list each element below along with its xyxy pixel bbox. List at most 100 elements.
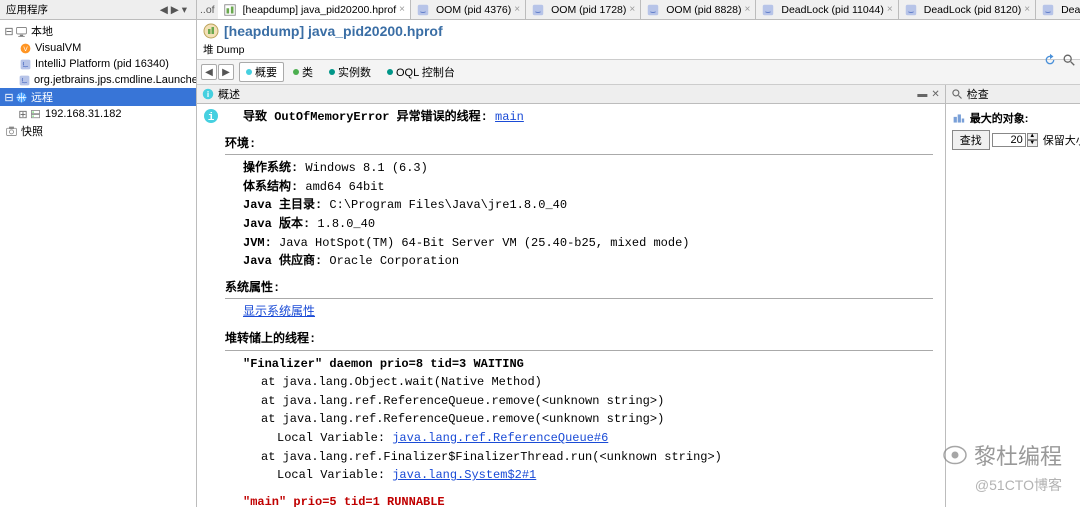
stack-line: at java.lang.ref.ReferenceQueue.remove(<… — [225, 410, 933, 429]
java-app-icon — [18, 57, 32, 71]
tab-label: OOM (pid 4376) — [436, 4, 511, 16]
cause-line: 导致 OutOfMemoryError 异常错误的线程: main — [225, 108, 933, 127]
panel-controls[interactable]: ◀ ▶ ▾ — [157, 4, 190, 16]
minimize-icon[interactable]: ▬ — [917, 89, 927, 100]
env-jvm: JVM: Java HotSpot(TM) 64-Bit Server VM (… — [225, 234, 933, 253]
close-icon[interactable]: × — [514, 4, 520, 15]
close-icon[interactable]: × — [399, 4, 405, 15]
tree-node-intellij[interactable]: IntelliJ Platform (pid 16340) — [0, 56, 196, 72]
tab-instances[interactable]: 实例数 — [322, 62, 378, 82]
page-subtitle: 堆 Dump — [197, 42, 1080, 60]
overview-panel: i 概述 ▬ ✕ i 导致 OutOfMemoryError 异常错误的线程: m… — [197, 85, 946, 507]
class-dot-icon — [293, 69, 299, 75]
tab-label: OOM (pid 1728) — [551, 4, 626, 16]
tree-node-remote[interactable]: ⊟ 远程 — [0, 88, 196, 106]
section-sysprops: 系统属性: — [225, 279, 933, 298]
tab-classes[interactable]: 类 — [286, 62, 320, 82]
search-icon[interactable] — [1062, 53, 1076, 67]
collapse-icon[interactable]: ⊟ — [4, 91, 14, 104]
tab-deadlock-8120[interactable]: DeadLock (pid 8120)× — [899, 0, 1036, 19]
tab-oom-8828[interactable]: OOM (pid 8828) × — [641, 0, 756, 19]
local-var-link[interactable]: java.lang.ref.ReferenceQueue#6 — [392, 431, 608, 445]
tab-oql[interactable]: OQL 控制台 — [380, 62, 462, 82]
collapse-icon[interactable]: ⊟ — [4, 25, 14, 38]
overview-body: i 导致 OutOfMemoryError 异常错误的线程: main 环境: … — [197, 104, 945, 507]
tree-label: 快照 — [21, 123, 43, 139]
biggest-objects-label: 最大的对象: — [952, 110, 1080, 126]
stack-line: at java.lang.ref.Finalizer$FinalizerThre… — [225, 448, 933, 467]
server-icon — [28, 107, 42, 121]
spinner-up[interactable]: ▲ — [1027, 133, 1038, 140]
info-dot-icon — [246, 69, 252, 75]
nav-back-button[interactable]: ◀ — [201, 64, 217, 80]
tab-deadlock-11044[interactable]: DeadLock (pid 11044)× — [756, 0, 898, 19]
applications-tree: ⊟ 本地 V VisualVM IntelliJ Platform (pid 1… — [0, 20, 196, 507]
tab-oom-1728[interactable]: OOM (pid 1728)× — [526, 0, 641, 19]
env-java-version: Java 版本: 1.8.0_40 — [225, 215, 933, 234]
tree-node-visualvm[interactable]: V VisualVM — [0, 40, 196, 56]
nav-forward-button[interactable]: ▶ — [218, 64, 234, 80]
env-arch: 体系结构: amd64 64bit — [225, 178, 933, 197]
close-icon[interactable]: × — [629, 4, 635, 15]
visualvm-icon: V — [18, 41, 32, 55]
show-sysprops-link[interactable]: 显示系统属性 — [243, 305, 315, 319]
tree-node-remote-host[interactable]: ⊞ 192.168.31.182 — [0, 106, 196, 122]
heapdump-icon — [223, 3, 237, 17]
tab-deadlock-20032[interactable]: DeadLock (pid 20032)× — [1036, 0, 1080, 19]
tree-node-jps[interactable]: org.jetbrains.jps.cmdline.Launcher ( — [0, 72, 196, 88]
page-title-row: [heapdump] java_pid20200.hprof — [197, 20, 1080, 42]
oql-dot-icon — [387, 69, 393, 75]
tab-heapdump[interactable]: [heapdump] java_pid20200.hprof× — [218, 0, 411, 19]
tree-node-snapshot[interactable]: 快照 — [0, 122, 196, 140]
count-input[interactable] — [992, 133, 1026, 147]
tabs-prefix: ..of — [197, 4, 218, 16]
find-button[interactable]: 查找 — [952, 130, 990, 150]
page-title: [heapdump] java_pid20200.hprof — [224, 23, 443, 39]
tree-label: 远程 — [31, 89, 53, 105]
applications-panel: 应用程序 ◀ ▶ ▾ ⊟ 本地 V VisualVM IntelliJ Plat… — [0, 0, 197, 507]
java-app-icon — [904, 3, 918, 17]
remote-icon — [14, 90, 28, 104]
stack-line: at java.lang.Object.wait(Native Method) — [225, 373, 933, 392]
overview-title: 概述 — [218, 86, 240, 102]
heapdump-icon — [203, 23, 219, 39]
close-icon[interactable]: ✕ — [931, 89, 939, 100]
close-icon[interactable]: × — [1024, 4, 1030, 15]
tab-label: OQL 控制台 — [396, 64, 455, 80]
thread-main-link[interactable]: main — [495, 110, 524, 124]
tab-label: DeadLock (pid 8120) — [924, 4, 1021, 16]
stack-line: at java.lang.ref.ReferenceQueue.remove(<… — [225, 392, 933, 411]
tab-overview[interactable]: 概要 — [239, 62, 284, 82]
svg-text:V: V — [23, 45, 28, 52]
section-threads: 堆转储上的线程: — [225, 330, 933, 349]
close-icon[interactable]: × — [887, 4, 893, 15]
tree-label: org.jetbrains.jps.cmdline.Launcher ( — [34, 74, 196, 86]
snapshot-icon — [4, 124, 18, 138]
spinner-down[interactable]: ▼ — [1027, 140, 1038, 147]
category-toolbar: ◀ ▶ 概要 类 实例数 OQL 控制台 — [197, 60, 1080, 85]
tab-label: 概要 — [255, 64, 277, 80]
tree-node-local[interactable]: ⊟ 本地 — [0, 22, 196, 40]
close-icon[interactable]: × — [745, 4, 751, 15]
inspect-title: 检查 — [967, 86, 989, 102]
refresh-icon[interactable] — [1043, 53, 1057, 67]
tab-label: 类 — [302, 64, 313, 80]
info-icon: i — [202, 88, 214, 100]
info-icon: i — [203, 108, 219, 124]
applications-title: 应用程序 — [6, 2, 48, 17]
java-app-icon — [18, 73, 31, 87]
tree-label: IntelliJ Platform (pid 16340) — [35, 58, 169, 70]
local-var-link[interactable]: java.lang.System$2#1 — [392, 468, 536, 482]
thread-finalizer: "Finalizer" daemon prio=8 tid=3 WAITING — [225, 355, 933, 374]
env-java-home: Java 主目录: C:\Program Files\Java\jre1.8.0… — [225, 196, 933, 215]
retain-label: 保留大小最大的对象: — [1043, 132, 1080, 148]
section-environment: 环境: — [225, 135, 933, 154]
tree-label: 192.168.31.182 — [45, 108, 121, 120]
main-panel: ..of [heapdump] java_pid20200.hprof× OOM… — [197, 0, 1080, 507]
tab-oom-4376[interactable]: OOM (pid 4376)× — [411, 0, 526, 19]
java-app-icon — [531, 3, 545, 17]
instance-dot-icon — [329, 69, 335, 75]
inspect-header: 检查 ▬✕ — [946, 85, 1080, 104]
expand-icon[interactable]: ⊞ — [18, 108, 28, 121]
tab-label: OOM (pid 8828) — [666, 4, 741, 16]
